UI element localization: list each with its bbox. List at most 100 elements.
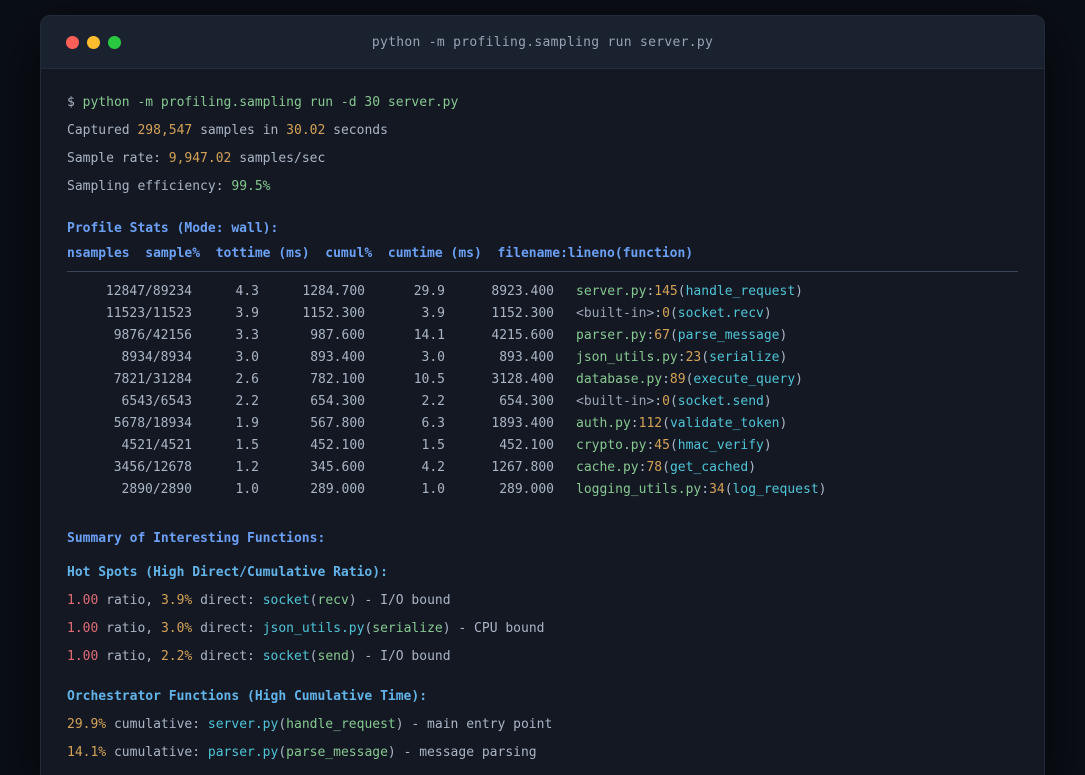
cell-cumul-pct: 3.9 [421,306,445,321]
table-row: 11523/11523 3.9 1152.300 3.9 1152.300 <built-… [67,303,1018,325]
duration-value: 30.02 [286,123,326,138]
cell-location: <built-in>:0(socket.send) [576,394,772,409]
cell-location: logging_utils.py:34(log_request) [576,482,826,497]
table-row: 12847/89234 4.3 1284.700 29.9 8923.400 server… [67,281,1018,303]
lineno: 67 [654,328,670,343]
cell-nsamples: 8934/8934 [121,350,192,365]
open-paren: ( [701,350,710,365]
close-paren: ) [748,460,757,475]
open-paren: ( [278,717,287,732]
function-name: handle_request [286,717,396,732]
cell-location: parser.py:67(parse_message) [576,328,787,343]
cell-cumtime: 654.300 [499,394,554,409]
open-paren: ( [677,284,686,299]
cell-tottime: 452.100 [310,438,365,453]
close-button[interactable] [66,35,79,49]
cell-nsamples: 6543/6543 [121,394,192,409]
lineno: 34 [709,482,725,497]
close-paren: ) [818,482,827,497]
direct-label: direct: [192,649,263,664]
cell-cumtime: 452.100 [499,438,554,453]
table-row: 9876/42156 3.3 987.600 14.1 4215.600 parser.p… [67,325,1018,347]
terminal-window: python -m profiling.sampling run server.… [40,15,1045,775]
cell-cumtime: 893.400 [499,350,554,365]
cell-sample-pct: 1.5 [235,438,259,453]
cell-cumtime: 3128.400 [491,372,554,387]
cumulative-label: cumulative: [106,745,208,760]
cell-sample-pct: 4.3 [235,284,259,299]
ratio-label: ratio, [98,593,161,608]
profile-stats-heading: Profile Stats (Mode: wall): [67,221,279,236]
cumulative-pct: 14.1% [67,745,107,760]
cell-tottime: 782.100 [310,372,365,387]
maximize-button[interactable] [108,35,121,49]
cell-nsamples: 3456/12678 [113,460,192,475]
close-paren: ) [779,350,788,365]
cell-cumul-pct: 1.0 [421,482,445,497]
function-name: parse_message [677,328,780,343]
open-paren: ( [669,306,678,321]
cell-location: <built-in>:0(socket.recv) [576,306,772,321]
filename: cache.py [576,460,639,475]
close-paren: ) [348,649,357,664]
function-name: socket.send [677,394,764,409]
note-text: - I/O bound [356,649,451,664]
cell-tottime: 1284.700 [302,284,365,299]
cell-tottime: 567.800 [310,416,365,431]
ratio-value: 1.00 [67,593,99,608]
lineno: 0 [662,394,670,409]
function-name: parse_message [286,745,388,760]
cell-tottime: 289.000 [310,482,365,497]
function-name: validate_token [669,416,780,431]
cell-nsamples: 12847/89234 [105,284,192,299]
cell-cumul-pct: 14.1 [413,328,445,343]
table-row: 8934/8934 3.0 893.400 3.0 893.400 json_utils.… [67,347,1018,369]
cell-location: database.py:89(execute_query) [576,372,803,387]
minimize-button[interactable] [87,35,100,49]
table-row: 7821/31284 2.6 782.100 10.5 3128.400 database… [67,369,1018,391]
orchestrator-line: 29.9% cumulative: server.py(handle_reque… [67,711,1018,739]
colon: : [662,372,670,387]
table-row: 2890/2890 1.0 289.000 1.0 289.000 logging_uti… [67,479,1018,501]
note-text: - CPU bound [450,621,545,636]
close-paren: ) [795,284,803,299]
close-paren: ) [387,745,396,760]
filename: server.py [576,284,647,299]
lineno: 112 [638,416,663,431]
cell-cumul-pct: 10.5 [413,372,445,387]
efficiency-value: 99.5% [231,179,271,194]
ratio-value: 1.00 [67,621,99,636]
filename: crypto.py [576,438,647,453]
cell-cumul-pct: 6.3 [421,416,445,431]
orchestrator-line: 14.1% cumulative: parser.py(parse_messag… [67,739,1018,767]
hotspot-line: 1.00 ratio, 3.0% direct: json_utils.py(s… [67,615,1018,643]
open-paren: ( [669,328,678,343]
function-name: socket.recv [677,306,764,321]
note-text: - message parsing [395,745,537,760]
cell-nsamples: 7821/31284 [113,372,192,387]
hotspots-heading: Hot Spots (High Direct/Cumulative Ratio)… [67,565,388,580]
open-paren: ( [309,593,318,608]
close-paren: ) [763,394,772,409]
note-text: - I/O bound [356,593,451,608]
seconds-label: seconds [325,123,388,138]
filename: <built-in> [576,306,655,321]
table-row: 5678/18934 1.9 567.800 6.3 1893.400 auth.py:1… [67,413,1018,435]
ratio-value: 1.00 [67,649,99,664]
module-name: parser.py [207,745,279,760]
terminal-output[interactable]: $ python -m profiling.sampling run -d 30… [41,69,1044,767]
command-text: python -m profiling.sampling run -d 30 s… [82,95,459,110]
close-paren: ) [348,593,357,608]
table-row: 6543/6543 2.2 654.300 2.2 654.300 <built-in>:… [67,391,1018,413]
colon: : [654,306,663,321]
captured-line: Captured 298,547 samples in 30.02 second… [67,117,1018,145]
filename: json_utils.py [576,350,678,365]
close-paren: ) [779,328,788,343]
samples-in-label: samples in [192,123,287,138]
function-name: get_cached [669,460,749,475]
close-paren: ) [395,717,404,732]
cell-nsamples: 2890/2890 [121,482,192,497]
close-paren: ) [763,438,772,453]
ratio-label: ratio, [98,649,161,664]
function-name: serialize [372,621,443,636]
